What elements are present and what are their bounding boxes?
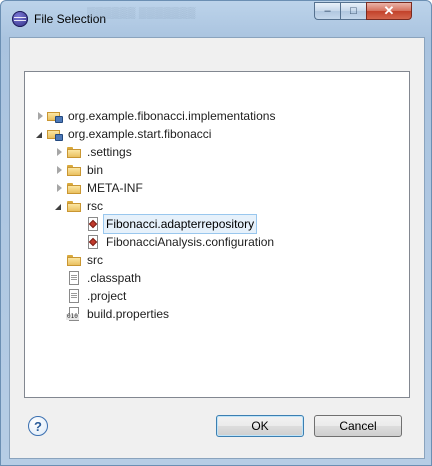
collapse-toggle-icon[interactable] — [33, 107, 47, 125]
tree-item[interactable]: .classpath — [66, 269, 143, 287]
tree-item-label: .classpath — [87, 271, 142, 285]
minimize-icon: – — [324, 5, 331, 17]
tree-item[interactable]: bin — [52, 161, 105, 179]
configuration-file-icon — [85, 234, 101, 250]
tree-item-label: org.example.start.fibonacci — [68, 127, 212, 141]
ok-button-label: OK — [251, 419, 269, 433]
caption-buttons: – □ ✕ — [314, 2, 412, 20]
expand-toggle-icon[interactable] — [52, 197, 66, 215]
minimize-button[interactable]: – — [314, 2, 340, 20]
folder-icon — [66, 162, 82, 178]
properties-file-icon — [66, 306, 82, 322]
tree-item-selected[interactable]: Fibonacci.adapterrepository — [85, 214, 258, 234]
close-icon: ✕ — [383, 3, 395, 18]
background-window-title: ▒▒▒▒▒▒ ▒▒▒▒▒▒▒ — [87, 7, 196, 19]
tree-item-label: .settings — [87, 145, 132, 159]
tree-item-label: bin — [87, 163, 104, 177]
tree-item-label: org.example.fibonacci.implementations — [68, 109, 276, 123]
tree-item-label: rsc — [87, 199, 103, 213]
tree-item[interactable]: org.example.start.fibonacci — [33, 125, 213, 143]
dialog-client-area: org.example.fibonacci.implementations or… — [9, 37, 425, 459]
tree-item-label: build.properties — [87, 307, 170, 321]
help-button[interactable]: ? — [28, 416, 48, 436]
project-icon — [47, 126, 63, 142]
tree-item-label: .project — [87, 289, 127, 303]
folder-icon — [66, 252, 82, 268]
tree-item[interactable]: build.properties — [66, 305, 171, 323]
tree-item[interactable]: FibonacciAnalysis.configuration — [85, 233, 276, 251]
file-selection-dialog: File Selection ▒▒▒▒▒▒ ▒▒▒▒▒▒▒ – □ ✕ org.… — [0, 0, 432, 466]
collapse-toggle-icon[interactable] — [52, 143, 66, 161]
title-bar[interactable]: File Selection ▒▒▒▒▒▒ ▒▒▒▒▒▒▒ – □ ✕ — [1, 1, 431, 37]
tree-item-label: Fibonacci.adapterrepository — [102, 214, 258, 234]
collapse-toggle-icon[interactable] — [52, 161, 66, 179]
file-icon — [66, 288, 82, 304]
close-button[interactable]: ✕ — [366, 2, 412, 20]
ok-button[interactable]: OK — [216, 415, 304, 437]
cancel-button[interactable]: Cancel — [314, 415, 402, 437]
eclipse-icon — [12, 11, 28, 27]
folder-icon — [66, 144, 82, 160]
project-icon — [47, 108, 63, 124]
file-icon — [66, 270, 82, 286]
maximize-icon: □ — [350, 5, 357, 17]
tree-item[interactable]: src — [66, 251, 105, 269]
tree-item[interactable]: .project — [66, 287, 128, 305]
maximize-button[interactable]: □ — [340, 2, 366, 20]
tree-item-label: FibonacciAnalysis.configuration — [106, 235, 275, 249]
collapse-toggle-icon[interactable] — [52, 179, 66, 197]
tree-item[interactable]: .settings — [52, 143, 134, 161]
file-tree[interactable]: org.example.fibonacci.implementations or… — [24, 71, 410, 398]
tree-item[interactable]: rsc — [52, 197, 105, 215]
cancel-button-label: Cancel — [339, 419, 377, 433]
tree-item[interactable]: org.example.fibonacci.implementations — [33, 107, 277, 125]
tree-item-label: src — [87, 253, 103, 267]
help-icon: ? — [34, 418, 42, 434]
folder-icon — [66, 198, 82, 214]
tree-item[interactable]: META-INF — [52, 179, 145, 197]
adapter-model-file-icon — [85, 216, 101, 232]
expand-toggle-icon[interactable] — [33, 125, 47, 143]
folder-icon — [66, 180, 82, 196]
tree-item-label: META-INF — [87, 181, 143, 195]
